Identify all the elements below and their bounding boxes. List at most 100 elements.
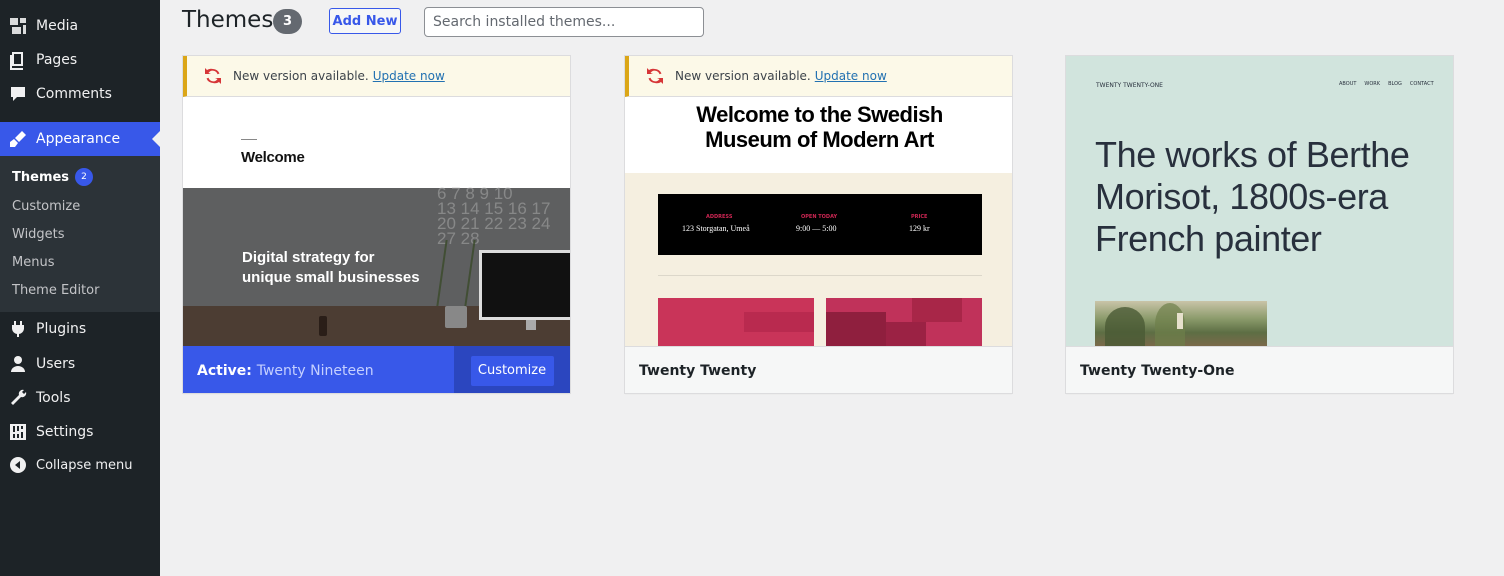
sidebar-item-label: Users bbox=[36, 356, 76, 372]
appearance-icon bbox=[8, 129, 28, 149]
plant-pot bbox=[445, 306, 467, 328]
sidebar-item-pages[interactable]: Pages bbox=[0, 43, 160, 77]
theme-card-twenty-twenty-one[interactable]: TWENTY TWENTY-ONE ABOUT WORK BLOG CONTAC… bbox=[1065, 55, 1454, 394]
page-title: Themes bbox=[182, 7, 274, 33]
sidebar-item-label: Media bbox=[36, 18, 79, 34]
screenshot-body: ADDRESS 123 Storgatan, Umeå OPEN TODAY 9… bbox=[625, 173, 1012, 346]
sidebar-item-label: Settings bbox=[36, 424, 94, 440]
sidebar-item-comments[interactable]: Comments bbox=[0, 77, 160, 111]
sidebar-item-media[interactable]: Media bbox=[0, 9, 160, 43]
info-label: PRICE bbox=[911, 214, 928, 220]
pages-icon bbox=[8, 50, 28, 70]
separator bbox=[658, 275, 982, 276]
preview-site-title: TWENTY TWENTY-ONE bbox=[1096, 82, 1163, 89]
preview-heading: The works of Berthe Morisot, 1800s-era F… bbox=[1095, 134, 1410, 260]
divider bbox=[241, 139, 257, 140]
painting-image bbox=[1095, 301, 1267, 346]
notice-text: New version available. bbox=[675, 69, 811, 83]
submenu-item-label: Theme Editor bbox=[12, 282, 100, 298]
add-new-button[interactable]: Add New bbox=[329, 8, 401, 34]
sidebar-item-label: Pages bbox=[36, 52, 78, 68]
info-label: OPEN TODAY bbox=[801, 214, 838, 220]
wall-calendar: 6 7 8 9 10 13 14 15 16 17 20 21 22 23 24… bbox=[437, 186, 570, 246]
theme-footer: Twenty Twenty bbox=[625, 346, 1012, 393]
screenshot-header: Welcome bbox=[183, 97, 570, 189]
screenshot-hero: 6 7 8 9 10 13 14 15 16 17 20 21 22 23 24… bbox=[183, 186, 570, 346]
active-theme-name: Twenty Nineteen bbox=[256, 362, 374, 379]
info-value: 123 Storgatan, Umeå bbox=[682, 224, 750, 233]
theme-card-twenty-nineteen[interactable]: Welcome 6 7 8 9 10 13 14 15 16 17 20 21 … bbox=[182, 55, 571, 394]
active-label: Active: bbox=[197, 362, 252, 379]
theme-footer: Twenty Twenty-One bbox=[1066, 346, 1453, 393]
users-icon bbox=[8, 354, 28, 374]
theme-name: Active: Twenty Nineteen bbox=[197, 363, 374, 379]
hero-text: Digital strategy for unique small busine… bbox=[242, 248, 420, 288]
heading-line: Welcome to the Swedish bbox=[696, 102, 943, 127]
update-now-link[interactable]: Update now bbox=[815, 69, 887, 83]
customize-button[interactable]: Customize bbox=[470, 355, 554, 386]
sidebar-item-users[interactable]: Users bbox=[0, 347, 160, 381]
heading-line: The works of Berthe bbox=[1095, 134, 1410, 175]
theme-count-badge: 3 bbox=[273, 9, 302, 34]
preview-nav: ABOUT WORK BLOG CONTACT bbox=[1339, 81, 1434, 87]
collapse-icon bbox=[8, 455, 28, 475]
monitor bbox=[479, 250, 570, 320]
art-block-right bbox=[826, 298, 982, 346]
update-notice: New version available. Update now bbox=[183, 56, 570, 97]
preview-nav-item: CONTACT bbox=[1409, 81, 1434, 87]
diffuser bbox=[319, 316, 327, 336]
submenu-item-themes[interactable]: Themes 2 bbox=[12, 167, 94, 187]
hero-line: unique small businesses bbox=[242, 269, 420, 286]
submenu-item-widgets[interactable]: Widgets bbox=[12, 224, 65, 244]
theme-card-twenty-twenty[interactable]: Welcome to the Swedish Museum of Modern … bbox=[624, 55, 1013, 394]
submenu-item-label: Widgets bbox=[12, 226, 65, 242]
submenu-item-label: Themes bbox=[12, 169, 70, 185]
media-icon bbox=[8, 16, 28, 36]
notice-text: New version available. bbox=[233, 69, 369, 83]
submenu-item-menus[interactable]: Menus bbox=[12, 252, 54, 272]
preview-nav-item: ABOUT bbox=[1339, 81, 1357, 87]
sidebar-item-settings[interactable]: Settings bbox=[0, 415, 160, 449]
sidebar-item-label: Tools bbox=[36, 390, 71, 406]
theme-screenshot[interactable]: Welcome to the Swedish Museum of Modern … bbox=[625, 56, 1012, 346]
sidebar-item-plugins[interactable]: Plugins bbox=[0, 312, 160, 346]
update-now-link[interactable]: Update now bbox=[373, 69, 445, 83]
art-shape bbox=[744, 312, 814, 332]
sidebar-item-appearance[interactable]: Appearance bbox=[0, 122, 160, 156]
update-icon bbox=[205, 68, 221, 84]
collapse-menu-button[interactable]: Collapse menu bbox=[0, 448, 160, 482]
heading-line: Morisot, 1800s-era bbox=[1095, 176, 1388, 217]
theme-name: Twenty Twenty bbox=[639, 363, 757, 379]
info-value: 9:00 — 5:00 bbox=[796, 224, 837, 233]
sidebar-item-label: Appearance bbox=[36, 131, 121, 147]
info-value: 129 kr bbox=[909, 224, 930, 233]
theme-footer: Active: Twenty Nineteen Customize bbox=[183, 346, 570, 393]
plugins-icon bbox=[8, 319, 28, 339]
sidebar-item-label: Comments bbox=[36, 86, 112, 102]
preview-heading: Welcome to the Swedish Museum of Modern … bbox=[625, 97, 1012, 173]
admin-sidebar: Media Pages Comments Appearance Themes 2… bbox=[0, 0, 160, 576]
submenu-item-label: Customize bbox=[12, 198, 81, 214]
sidebar-item-tools[interactable]: Tools bbox=[0, 381, 160, 415]
submenu-item-customize[interactable]: Customize bbox=[12, 196, 80, 216]
info-box: ADDRESS 123 Storgatan, Umeå OPEN TODAY 9… bbox=[658, 194, 982, 255]
sidebar-item-label: Collapse menu bbox=[36, 457, 133, 473]
update-icon bbox=[647, 68, 663, 84]
theme-screenshot[interactable]: Welcome 6 7 8 9 10 13 14 15 16 17 20 21 … bbox=[183, 56, 570, 346]
submenu-item-theme-editor[interactable]: Theme Editor bbox=[12, 280, 99, 300]
tools-icon bbox=[8, 388, 28, 408]
update-count-badge: 2 bbox=[75, 168, 94, 186]
preview-heading: Welcome bbox=[241, 149, 305, 166]
preview-nav-item: BLOG bbox=[1388, 81, 1402, 87]
heading-line: French painter bbox=[1095, 218, 1322, 259]
hero-line: Digital strategy for bbox=[242, 249, 375, 266]
comments-icon bbox=[8, 84, 28, 104]
theme-screenshot[interactable]: TWENTY TWENTY-ONE ABOUT WORK BLOG CONTAC… bbox=[1066, 56, 1453, 346]
search-themes-input[interactable] bbox=[424, 7, 704, 37]
settings-icon bbox=[8, 422, 28, 442]
theme-name: Twenty Twenty-One bbox=[1080, 363, 1235, 379]
plant bbox=[436, 240, 476, 306]
submenu-item-label: Menus bbox=[12, 254, 55, 270]
art-shape bbox=[886, 322, 926, 346]
theme-actions: Customize bbox=[454, 346, 570, 393]
